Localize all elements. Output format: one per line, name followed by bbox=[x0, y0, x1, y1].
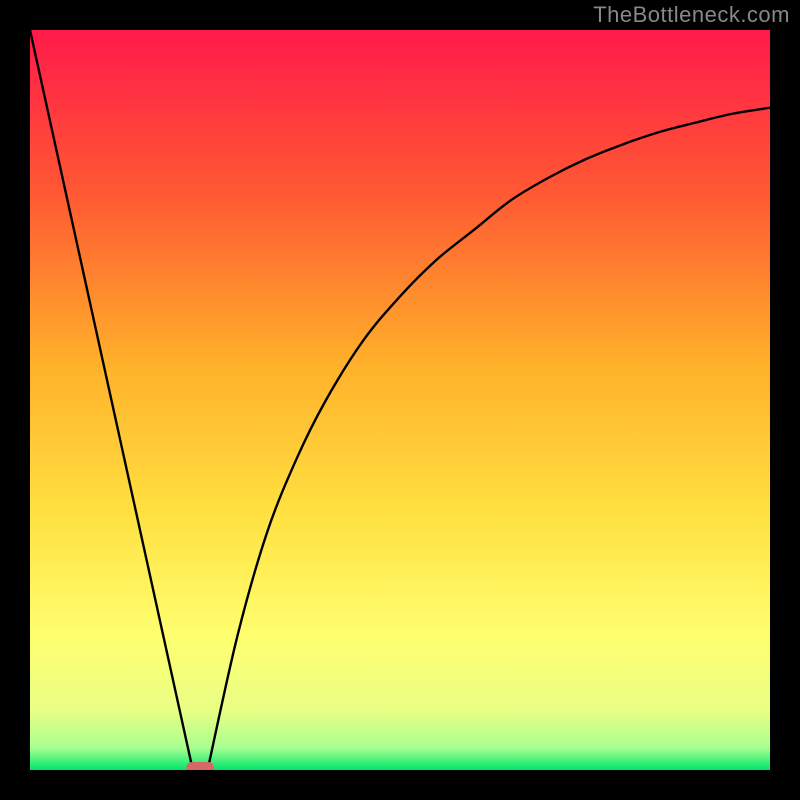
gradient-background bbox=[30, 30, 770, 770]
chart-container: TheBottleneck.com bbox=[0, 0, 800, 800]
bottleneck-marker bbox=[186, 762, 214, 770]
plot-area bbox=[30, 30, 770, 770]
watermark-text: TheBottleneck.com bbox=[593, 2, 790, 28]
bottleneck-curve-chart bbox=[30, 30, 770, 770]
